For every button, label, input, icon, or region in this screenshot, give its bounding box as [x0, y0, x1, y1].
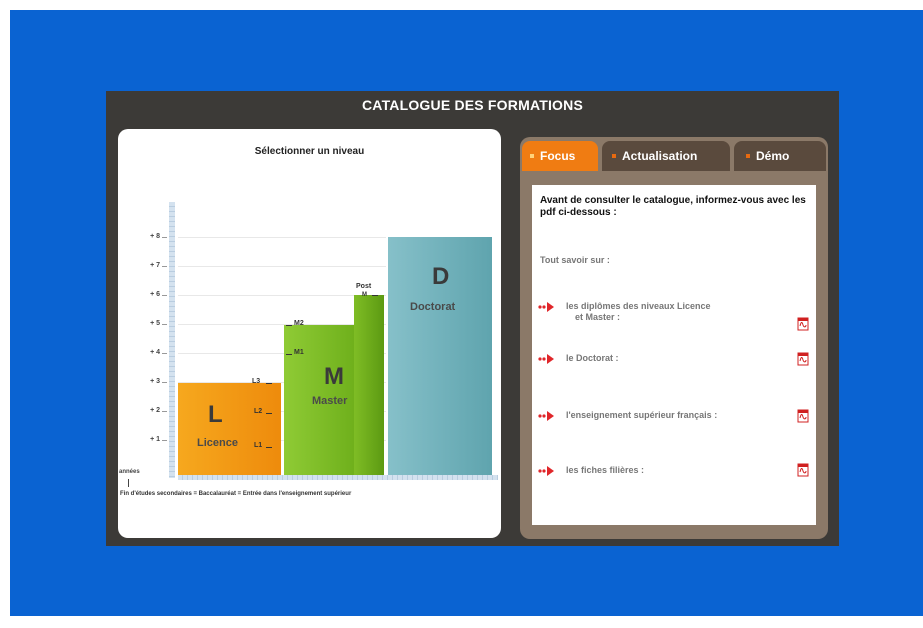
doc-link-enseignement[interactable]: l'enseignement supérieur français :: [538, 409, 810, 440]
y-tick-label: + 8: [150, 233, 160, 240]
focus-content: Avant de consulter le catalogue, informe…: [532, 185, 816, 525]
tab-focus-label: Focus: [540, 149, 576, 163]
gridline: [178, 237, 386, 238]
tab-actualisation-label: Actualisation: [622, 149, 698, 163]
y-tick: [162, 324, 167, 325]
doc-link-line: et Master :: [575, 312, 621, 322]
tab-demo-label: Démo: [756, 149, 790, 163]
x-axis-bar: [178, 475, 498, 480]
y-axis-bar: [169, 202, 175, 478]
doctorat-bar[interactable]: D Doctorat: [388, 237, 492, 475]
y-tick-label: + 2: [150, 407, 160, 414]
y-tick: [162, 411, 167, 412]
double-arrow-icon: [538, 411, 554, 421]
master-bar[interactable]: M Master M2 M1: [284, 320, 354, 475]
years-axis-tick: [128, 479, 129, 487]
doc-link-filieres[interactable]: les fiches filières :: [538, 463, 810, 495]
pdf-icon[interactable]: [796, 317, 810, 331]
tab-bullet-icon: [746, 154, 750, 158]
y-tick-label: + 1: [150, 436, 160, 443]
tab-bullet-icon: [530, 154, 534, 158]
y-tick: [162, 266, 167, 267]
y-tick: [162, 353, 167, 354]
tab-actualisation[interactable]: Actualisation: [602, 141, 730, 171]
years-axis-label: années: [119, 469, 140, 475]
level-selector-panel: Sélectionner un niveau + 8 + 7 + 6 + 5 +…: [118, 129, 501, 538]
master-letter: M: [324, 363, 344, 390]
m2-tick: [286, 325, 292, 326]
doc-link-text: les fiches filières :: [566, 465, 645, 475]
licence-label: Licence: [197, 437, 238, 449]
double-arrow-icon: [538, 354, 554, 364]
l2-label: L2: [254, 408, 263, 415]
pdf-icon[interactable]: [796, 463, 810, 477]
double-arrow-icon: [538, 466, 554, 476]
y-tick-label: + 4: [150, 349, 160, 356]
post-master-label: Post: [356, 283, 372, 290]
l3-tick: [266, 383, 272, 384]
y-tick-label: + 3: [150, 378, 160, 385]
tab-demo[interactable]: Démo: [734, 141, 826, 171]
licence-letter: L: [208, 401, 223, 428]
master-label: Master: [312, 395, 348, 407]
doctorat-label: Doctorat: [410, 301, 456, 313]
y-tick-label: + 7: [150, 262, 160, 269]
info-panel: Focus Actualisation Démo Avant de consul…: [520, 137, 828, 539]
tab-focus[interactable]: Focus: [522, 141, 598, 171]
tab-bullet-icon: [612, 154, 616, 158]
post-master-bar[interactable]: Post M: [354, 283, 384, 475]
focus-subhead: Tout savoir sur :: [540, 255, 610, 265]
doc-link-text: les diplômes des niveaux Licence et Mast…: [566, 301, 776, 323]
m1-label: M1: [294, 349, 304, 356]
l1-label: L1: [254, 442, 263, 449]
m2-label: M2: [294, 320, 304, 327]
doc-link-doctorat[interactable]: le Doctorat :: [538, 352, 810, 383]
chart-footnote: Fin d'études secondaires = Baccalauréat …: [120, 491, 352, 497]
pdf-icon[interactable]: [796, 352, 810, 366]
doc-link-line: les diplômes des niveaux Licence: [566, 301, 711, 311]
l1-tick: [266, 447, 272, 448]
double-arrow-icon: [538, 302, 554, 312]
y-tick: [162, 382, 167, 383]
level-selector-heading: Sélectionner un niveau: [254, 146, 365, 157]
post-master-label-m: M: [362, 292, 367, 298]
y-tick: [162, 237, 167, 238]
y-tick: [162, 440, 167, 441]
l2-tick: [266, 413, 272, 414]
doc-link-text: l'enseignement supérieur français :: [566, 410, 718, 420]
doc-link-text: le Doctorat :: [566, 353, 619, 363]
y-tick-label: + 5: [150, 320, 160, 327]
l3-label: L3: [252, 378, 261, 385]
gridline: [178, 266, 386, 267]
y-tick-label: + 6: [150, 291, 160, 298]
pdf-icon[interactable]: [796, 409, 810, 423]
widget-title: CATALOGUE DES FORMATIONS: [361, 97, 583, 113]
m1-tick: [286, 354, 292, 355]
catalogue-widget: CATALOGUE DES FORMATIONS Sélectionner un…: [106, 91, 839, 546]
doctorat-letter: D: [432, 263, 450, 290]
y-tick: [162, 295, 167, 296]
post-master-tick: [372, 295, 378, 296]
licence-bar[interactable]: L Licence L3 L2 L1: [178, 378, 281, 475]
doc-link-diplomes[interactable]: les diplômes des niveaux Licence et Mast…: [538, 301, 810, 331]
page-background: CATALOGUE DES FORMATIONS Sélectionner un…: [10, 10, 923, 616]
focus-intro: Avant de consulter le catalogue, informe…: [540, 195, 806, 218]
